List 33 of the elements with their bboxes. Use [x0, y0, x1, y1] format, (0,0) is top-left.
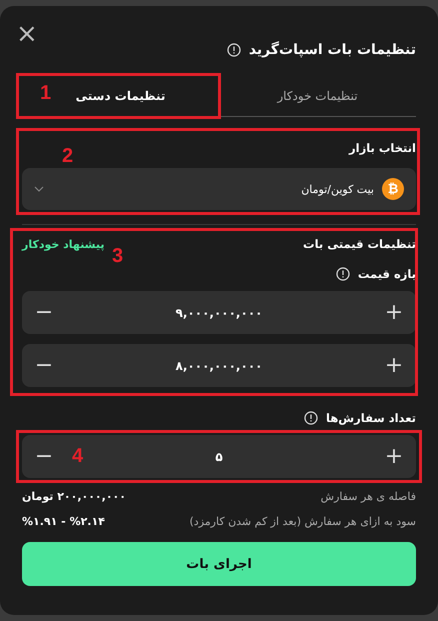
info-label: سود به ازای هر سفارش (بعد از کم شدن کارمزد) [190, 515, 416, 528]
dialog-title: تنظیمات بات اسپات‌گرید [248, 42, 416, 58]
info-label: فاصله ی هر سفارش [320, 490, 416, 503]
plus-button[interactable]: + [382, 444, 406, 469]
market-value: بیت کوین/تومان [300, 182, 374, 196]
run-bot-button[interactable]: اجرای بات [22, 542, 416, 586]
bitcoin-icon: ₿ [382, 178, 404, 200]
section-label: انتخاب بازار [349, 141, 416, 155]
plus-button[interactable]: + [382, 300, 406, 325]
minus-button[interactable]: − [32, 300, 56, 325]
info-value: %۱.۹۱ - %۲.۱۴ [22, 515, 105, 528]
field-label: تعداد سفارش‌ها [326, 411, 416, 425]
market-dropdown[interactable]: ₿ بیت کوین/تومان [22, 168, 416, 210]
info-value: ۲۰۰,۰۰۰,۰۰۰ تومان [22, 490, 126, 503]
section-label: تنظیمات قیمتی بات [303, 237, 416, 251]
annotation-number: 1 [40, 82, 52, 105]
minus-button[interactable]: − [32, 444, 56, 469]
annotation-number: 4 [72, 445, 84, 468]
plus-button[interactable]: + [382, 353, 406, 378]
stepper-value: ۵ [215, 450, 223, 464]
info-icon[interactable] [336, 267, 350, 281]
annotation-number: 3 [112, 245, 124, 268]
close-button[interactable]: × [16, 21, 38, 47]
tab[interactable]: تنظیمات خودکار [219, 76, 416, 116]
minus-button[interactable]: − [32, 353, 56, 378]
stepper-value: ۸,۰۰۰,۰۰۰,۰۰۰ [176, 358, 262, 372]
chevron-down-icon[interactable] [34, 186, 44, 192]
auto-suggest-link[interactable]: پیشنهاد خودکار [22, 238, 104, 250]
info-icon[interactable] [226, 43, 241, 57]
stepper-value: ۹,۰۰۰,۰۰۰,۰۰۰ [176, 306, 262, 320]
field-label: بازه قیمت [358, 267, 416, 281]
info-icon[interactable] [304, 411, 318, 425]
annotation-number: 2 [62, 145, 74, 168]
